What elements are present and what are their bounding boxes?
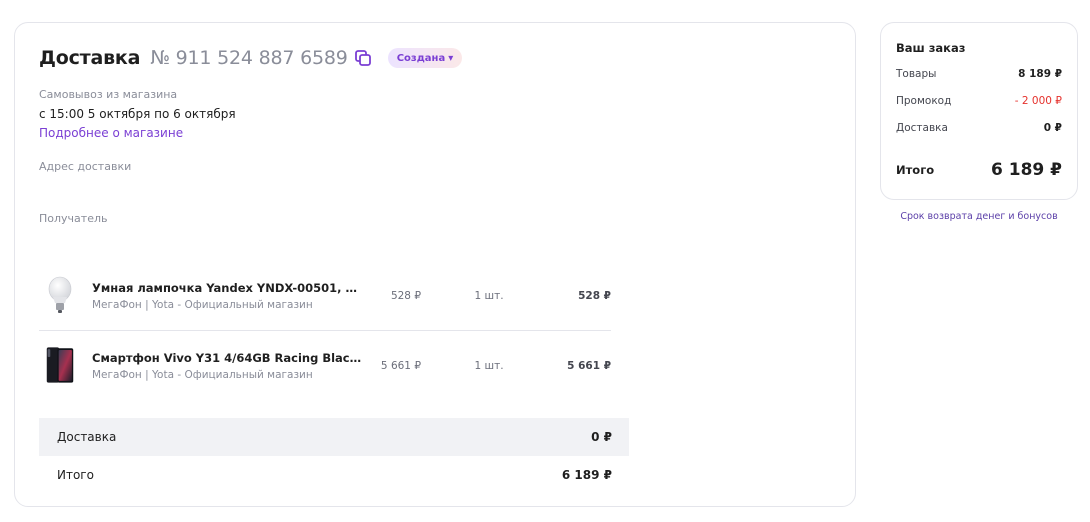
- item-price: 528 ₽: [390, 290, 421, 302]
- copy-icon[interactable]: [354, 49, 372, 67]
- item-seller: МегаФон | Yota - Официальный магазин: [92, 369, 313, 381]
- item-name[interactable]: Смартфон Vivo Y31 4/64GB Racing Black (V…: [92, 351, 362, 365]
- item-total: 528 ₽: [578, 290, 611, 302]
- store-details-link[interactable]: Подробнее о магазине: [39, 126, 183, 140]
- order-header: Доставка № 911 524 887 6589 Создана ▾: [39, 47, 463, 69]
- list-item[interactable]: Умная лампочка Yandex YNDX-00501, E27 Ме…: [39, 261, 611, 330]
- delivery-label: Доставка: [896, 122, 948, 134]
- status-label: Создана: [396, 52, 446, 64]
- item-name[interactable]: Умная лампочка Yandex YNDX-00501, E27: [92, 281, 362, 295]
- refund-terms-link[interactable]: Срок возврата денег и бонусов: [880, 211, 1078, 222]
- order-items-list: Умная лампочка Yandex YNDX-00501, E27 Ме…: [39, 261, 611, 399]
- summary-delivery-row: Доставка 0 ₽: [39, 418, 629, 456]
- item-quantity: 1 шт.: [474, 290, 504, 302]
- address-label: Адрес доставки: [39, 160, 132, 173]
- summary-delivery-label: Доставка: [57, 430, 117, 444]
- pickup-time: с 15:00 5 октября по 6 октября: [39, 107, 236, 121]
- delivery-value: 0 ₽: [1043, 122, 1062, 134]
- item-seller: МегаФон | Yota - Официальный магазин: [92, 299, 313, 311]
- total-value: 6 189 ₽: [991, 160, 1062, 180]
- promo-row: Промокод - 2 000 ₽: [896, 95, 1062, 107]
- pickup-label: Самовывоз из магазина: [39, 88, 178, 101]
- goods-value: 8 189 ₽: [1018, 68, 1062, 80]
- order-card: Доставка № 911 524 887 6589 Создана ▾ Са…: [14, 22, 856, 507]
- summary-total-value: 6 189 ₽: [561, 468, 612, 482]
- promo-value: - 2 000 ₽: [1014, 95, 1062, 107]
- total-row: Итого 6 189 ₽: [896, 160, 1062, 180]
- goods-row: Товары 8 189 ₽: [896, 68, 1062, 80]
- summary-title: Ваш заказ: [896, 41, 966, 55]
- order-summary-card: Ваш заказ Товары 8 189 ₽ Промокод - 2 00…: [880, 22, 1078, 200]
- chevron-down-icon: ▾: [448, 52, 454, 64]
- summary-total-label: Итого: [57, 468, 94, 482]
- goods-label: Товары: [896, 68, 937, 80]
- item-total: 5 661 ₽: [567, 360, 611, 372]
- list-item[interactable]: Смартфон Vivo Y31 4/64GB Racing Black (V…: [39, 330, 611, 399]
- delivery-row: Доставка 0 ₽: [896, 122, 1062, 134]
- item-quantity: 1 шт.: [474, 360, 504, 372]
- recipient-label: Получатель: [39, 212, 108, 225]
- order-number: № 911 524 887 6589: [150, 47, 348, 69]
- total-label: Итого: [896, 163, 935, 177]
- page-title: Доставка: [39, 47, 141, 69]
- promo-label: Промокод: [896, 95, 952, 107]
- light-bulb-icon: [45, 273, 75, 317]
- summary-delivery-value: 0 ₽: [591, 430, 612, 444]
- item-price: 5 661 ₽: [380, 360, 421, 372]
- smartphone-icon: [45, 343, 75, 387]
- status-badge[interactable]: Создана ▾: [387, 48, 463, 68]
- summary-total-row: Итого 6 189 ₽: [39, 456, 629, 494]
